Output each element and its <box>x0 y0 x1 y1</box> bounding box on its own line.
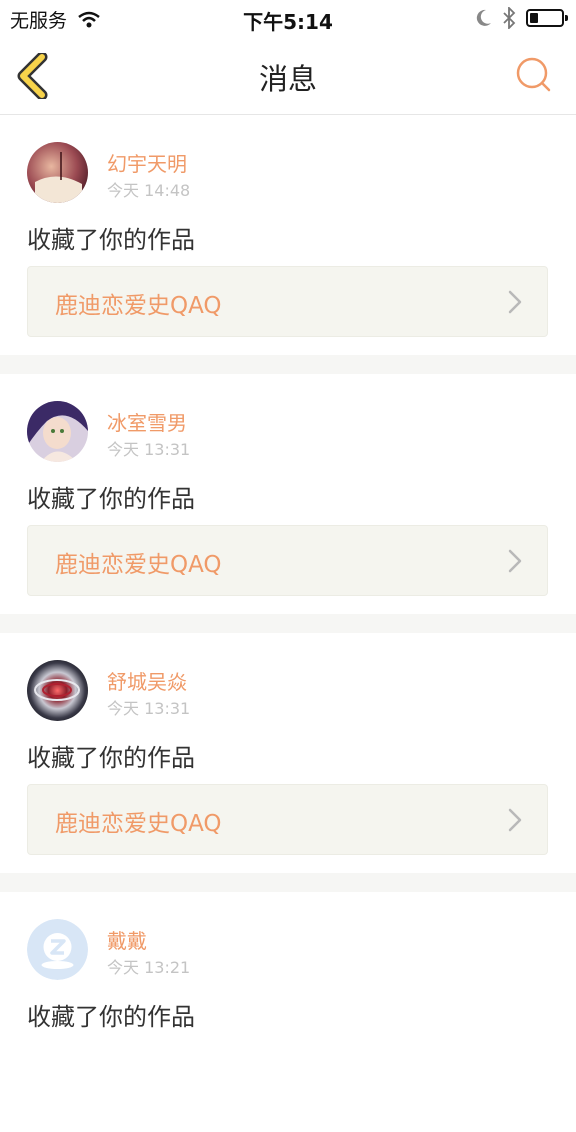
nav-bar: 消息 <box>0 38 576 115</box>
message-card: 幻宇天明 今天 14:48 收藏了你的作品 鹿迪恋爱史QAQ <box>0 115 576 355</box>
search-icon <box>516 57 551 92</box>
action-text: 收藏了你的作品 <box>27 744 195 772</box>
message-feed: 幻宇天明 今天 14:48 收藏了你的作品 鹿迪恋爱史QAQ 冰室雪男 今天 1… <box>0 115 576 1132</box>
moon-icon <box>476 9 491 26</box>
work-title: 鹿迪恋爱史QAQ <box>55 293 222 319</box>
avatar[interactable] <box>27 142 88 203</box>
status-bar: 无服务 下午5:14 <box>0 0 576 38</box>
work-title: 鹿迪恋爱史QAQ <box>55 552 222 578</box>
user-name[interactable]: 舒城吴焱 <box>107 666 187 695</box>
avatar[interactable] <box>27 401 88 462</box>
work-link[interactable]: 鹿迪恋爱史QAQ <box>27 525 548 596</box>
message-card: 舒城吴焱 今天 13:31 收藏了你的作品 鹿迪恋爱史QAQ <box>0 633 576 873</box>
chevron-right-icon <box>508 549 522 573</box>
avatar[interactable] <box>27 660 88 721</box>
divider <box>0 355 576 374</box>
avatar[interactable] <box>27 919 88 980</box>
timestamp: 今天 13:31 <box>107 440 191 459</box>
chevron-right-icon <box>508 808 522 832</box>
work-link[interactable]: 鹿迪恋爱史QAQ <box>27 266 548 337</box>
user-name[interactable]: 幻宇天明 <box>107 148 187 177</box>
action-text: 收藏了你的作品 <box>27 485 195 513</box>
chevron-right-icon <box>508 290 522 314</box>
work-title: 鹿迪恋爱史QAQ <box>55 811 222 837</box>
battery-icon <box>526 9 568 27</box>
default-avatar-icon <box>27 919 88 980</box>
timestamp: 今天 13:21 <box>107 958 191 977</box>
status-right <box>476 7 568 29</box>
action-text: 收藏了你的作品 <box>27 1003 195 1031</box>
divider <box>0 873 576 892</box>
avatar-image <box>27 660 88 721</box>
timestamp: 今天 14:48 <box>107 181 191 200</box>
divider <box>0 614 576 633</box>
user-name[interactable]: 冰室雪男 <box>107 407 187 436</box>
message-card: 冰室雪男 今天 13:31 收藏了你的作品 鹿迪恋爱史QAQ <box>0 374 576 614</box>
message-card: 戴戴 今天 13:21 收藏了你的作品 <box>0 892 576 1132</box>
user-name[interactable]: 戴戴 <box>107 925 147 954</box>
search-button[interactable] <box>514 55 554 95</box>
bluetooth-icon <box>503 7 516 29</box>
action-text: 收藏了你的作品 <box>27 226 195 254</box>
work-link[interactable]: 鹿迪恋爱史QAQ <box>27 784 548 855</box>
page-title: 消息 <box>258 62 317 96</box>
avatar-image <box>27 401 88 462</box>
avatar-image <box>27 142 88 203</box>
timestamp: 今天 13:31 <box>107 699 191 718</box>
